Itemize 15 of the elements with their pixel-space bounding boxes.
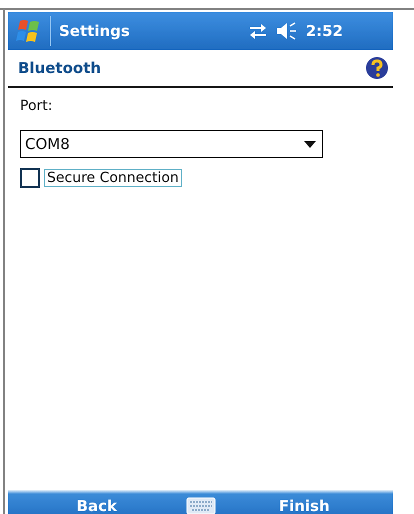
connectivity-icon[interactable] — [248, 23, 268, 39]
dropdown-arrow-icon[interactable] — [304, 140, 316, 148]
speaker-icon[interactable] — [276, 22, 298, 40]
windows-flag-icon[interactable] — [16, 18, 42, 44]
checkbox-label[interactable]: Secure Connection — [44, 169, 182, 187]
clock[interactable]: 2:52 — [306, 22, 343, 40]
window-title: Settings — [59, 22, 131, 40]
checkbox[interactable] — [20, 168, 40, 188]
port-label: Port: — [20, 98, 54, 114]
help-icon[interactable] — [365, 56, 389, 80]
port-dropdown[interactable]: COM8 — [20, 130, 323, 158]
softkey-button[interactable]: Back — [8, 497, 186, 514]
softkey-button[interactable]: Finish — [216, 497, 393, 514]
keyboard-icon[interactable] — [186, 497, 216, 514]
page-title: Bluetooth — [18, 59, 102, 77]
